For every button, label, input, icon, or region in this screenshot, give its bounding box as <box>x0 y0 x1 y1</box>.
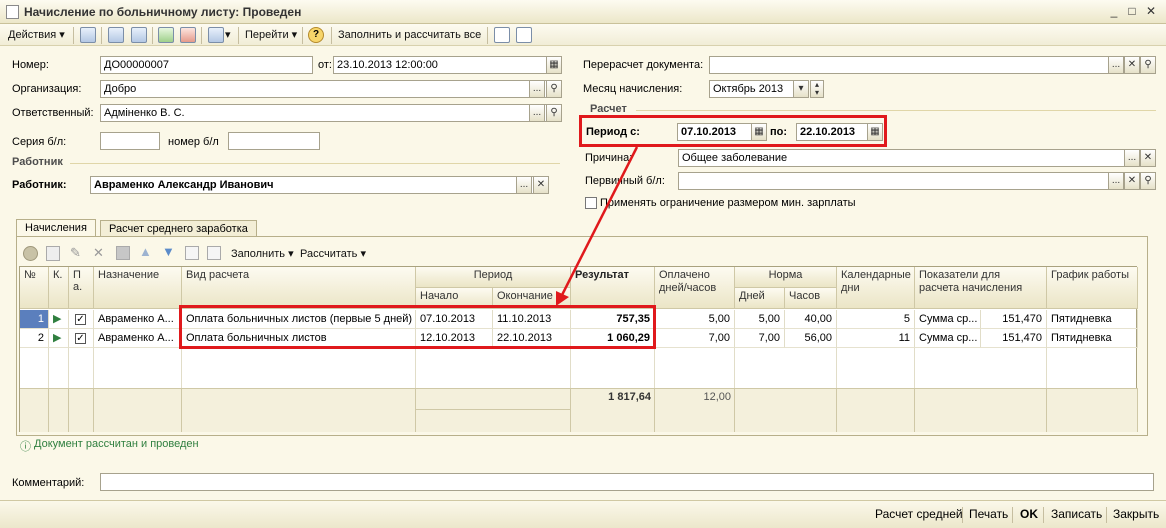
info-icon: ⓘ <box>20 441 31 453</box>
status-message: Документ рассчитан и проведен <box>34 438 199 450</box>
bottom-bar: Расчет средней Печать OK Записать Закрыт… <box>0 500 1166 528</box>
print-button[interactable]: Печать <box>969 507 1008 521</box>
save-button[interactable]: Записать <box>1051 507 1102 521</box>
ok-button[interactable]: OK <box>1020 507 1038 521</box>
calc-average-button[interactable]: Расчет средней <box>875 507 963 521</box>
comment-field[interactable] <box>100 473 1154 491</box>
close-button[interactable]: Закрыть <box>1113 507 1159 521</box>
comment-label: Комментарий: <box>12 477 85 489</box>
